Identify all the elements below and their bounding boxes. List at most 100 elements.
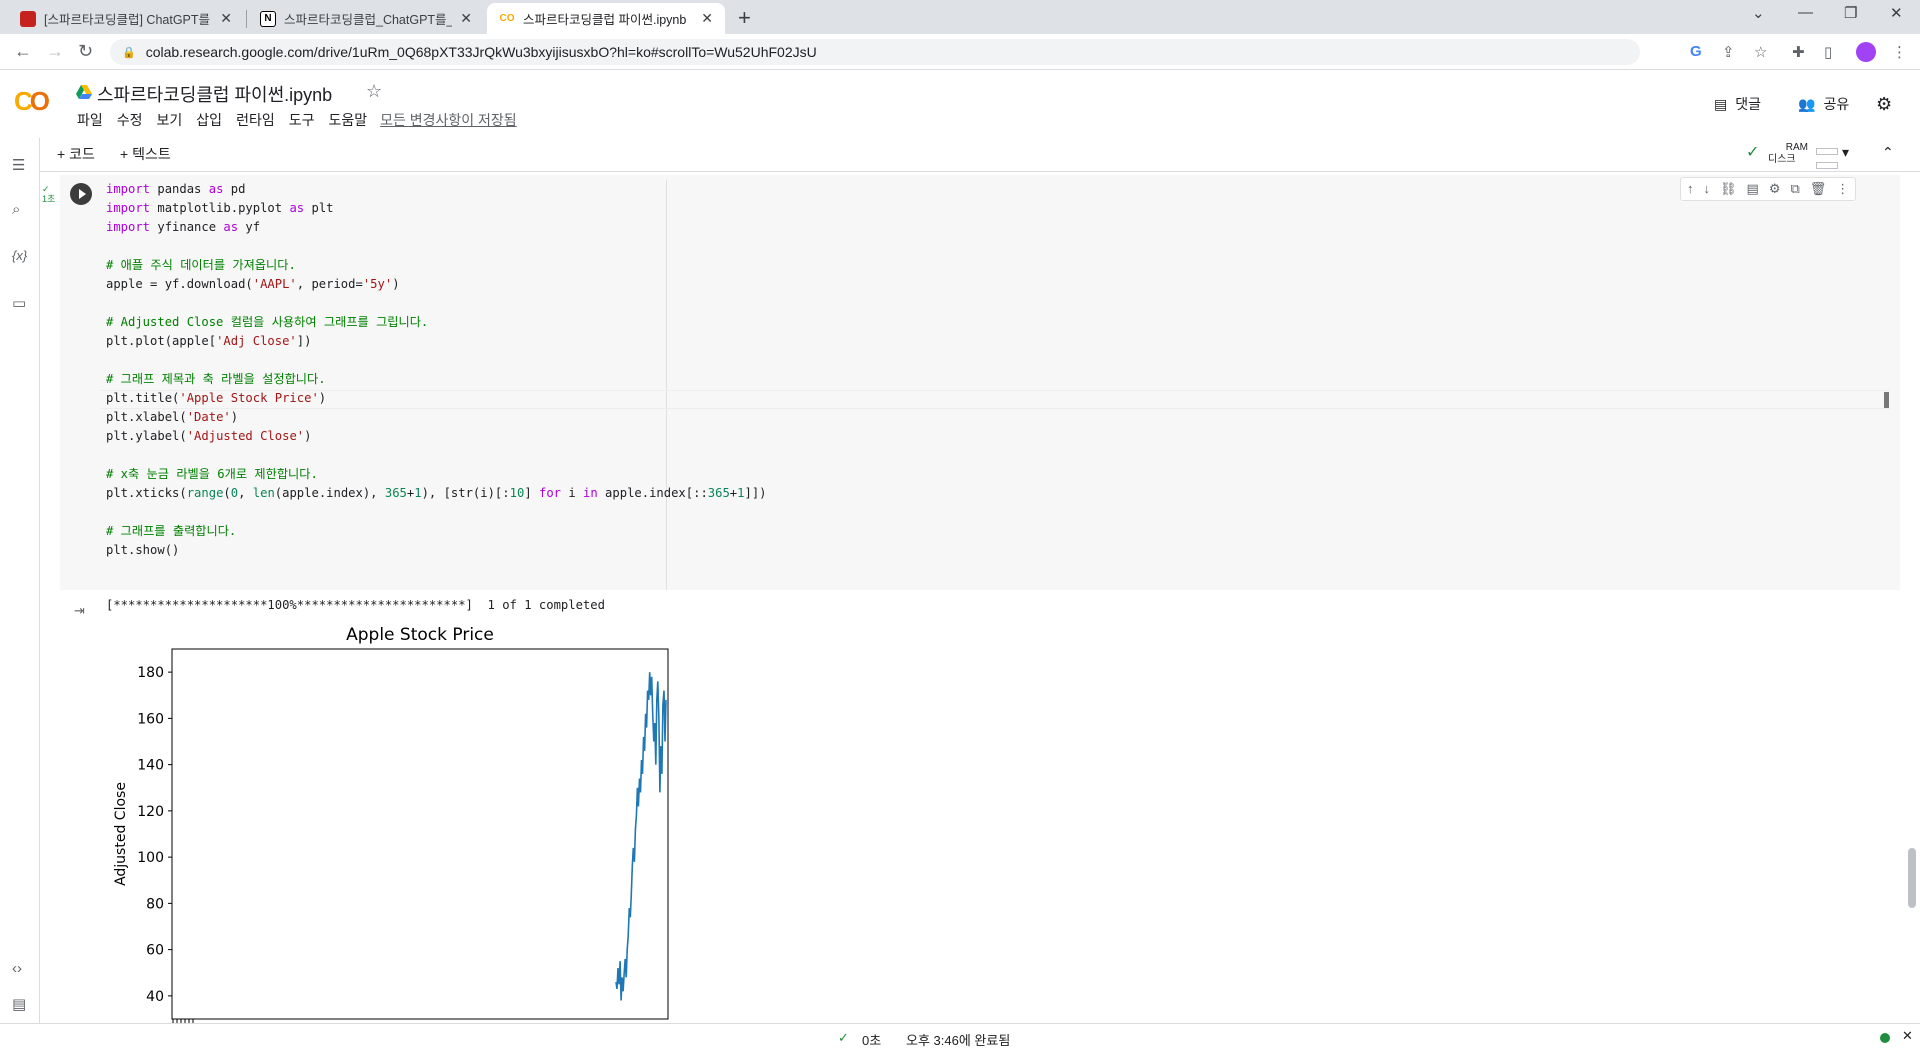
share-button[interactable]: 👥 공유	[1798, 94, 1849, 114]
side-panel-icon[interactable]: ▯	[1824, 43, 1832, 61]
code-line: plt.xticks(range(0, len(apple.index), 36…	[106, 486, 767, 500]
y-tick-label: 160	[137, 711, 164, 727]
link-icon[interactable]: ⛓	[1720, 181, 1737, 197]
share-label: 공유	[1823, 96, 1850, 112]
code-line: import yfinance as yf	[106, 220, 261, 234]
browser-tab-3[interactable]: CO 스파르타코딩클럽 파이썬.ipynb ✕	[487, 3, 725, 34]
menu-insert[interactable]: 삽입	[189, 110, 229, 130]
search-icon[interactable]: ⌕	[12, 201, 20, 218]
code-line: # 애플 주식 데이터를 가져옵니다.	[106, 258, 296, 272]
move-up-icon[interactable]: ↑	[1687, 181, 1694, 197]
close-icon[interactable]: ✕	[460, 10, 472, 27]
code-snippets-icon[interactable]: ‹›	[12, 960, 22, 977]
code-line: # 그래프 제목과 축 라벨을 설정합니다.	[106, 372, 326, 386]
collapse-chevron-icon[interactable]: ⌃	[1882, 144, 1894, 161]
saved-status[interactable]: 모든 변경사항이 저장됨	[380, 110, 517, 130]
tab-title: 스파르타코딩클럽 파이썬.ipynb	[523, 13, 687, 27]
y-tick-label: 180	[137, 665, 164, 681]
run-cell-button[interactable]	[70, 183, 92, 205]
menu-file[interactable]: 파일	[70, 110, 110, 130]
y-tick-label: 80	[146, 896, 164, 912]
series-line	[615, 672, 667, 1001]
check-icon: ✓	[838, 1030, 849, 1045]
notion-icon: N	[260, 10, 276, 27]
settings-gear-icon[interactable]: ⚙	[1769, 181, 1781, 197]
notebook-toolbar: + 코드 + 텍스트 ✓ RAM 디스크 ▾ ⌃	[0, 138, 1920, 172]
menu-help[interactable]: 도움말	[321, 110, 374, 130]
y-tick-label: 140	[137, 758, 164, 774]
menu-edit[interactable]: 수정	[110, 110, 150, 130]
folder-icon[interactable]: ▭	[12, 294, 26, 312]
download-progress: [*********************100%**************…	[106, 598, 605, 612]
code-line: # x축 눈금 라벨을 6개로 제한합니다.	[106, 467, 318, 481]
move-down-icon[interactable]: ↓	[1704, 181, 1711, 197]
colab-logo[interactable]: CO	[14, 86, 50, 117]
mirror-cell-icon[interactable]: ⧉	[1790, 181, 1799, 197]
browser-tab-2[interactable]: N 스파르타코딩클럽_ChatGPT를_ ✕	[248, 3, 484, 34]
bookmark-star-icon[interactable]: ☆	[1754, 43, 1767, 61]
comment-button[interactable]: ▤ 댓글	[1714, 94, 1761, 114]
code-line: plt.xlabel('Date')	[106, 410, 239, 424]
reload-icon[interactable]: ↻	[78, 41, 93, 62]
page-scrollbar[interactable]	[1908, 848, 1916, 908]
terminal-icon[interactable]: ▤	[12, 995, 26, 1013]
forward-icon[interactable]: →	[46, 41, 64, 62]
restore-button[interactable]: ❐	[1844, 4, 1857, 22]
resource-monitor[interactable]: RAM 디스크	[1768, 142, 1808, 166]
menu-runtime[interactable]: 런타임	[229, 110, 282, 130]
back-icon[interactable]: ←	[14, 41, 32, 62]
google-icon[interactable]: G	[1690, 43, 1702, 60]
browser-tab-1[interactable]: [스파르타코딩클럽] ChatGPT를 ✕	[8, 3, 244, 34]
tab-search-icon[interactable]: ⌄	[1752, 4, 1765, 22]
menu-bar: 파일 수정 보기 삽입 런타임 도구 도움말 모든 변경사항이 저장됨	[70, 110, 517, 130]
more-options-icon[interactable]: ⋮	[1836, 181, 1849, 197]
comment-icon[interactable]: ▤	[1747, 181, 1759, 197]
add-text-button[interactable]: + 텍스트	[120, 144, 171, 164]
url-field[interactable]: 🔒 colab.research.google.com/drive/1uRm_0…	[110, 39, 1640, 65]
tab-title: [스파르타코딩클럽] ChatGPT를	[44, 13, 211, 27]
notebook-title[interactable]: 스파르타코딩클럽 파이썬.ipynb	[97, 81, 332, 107]
line-chart: Apple Stock Price 40 60 80 100 120 140 160 180 Ad…	[113, 625, 669, 1023]
check-icon: ✓	[1746, 144, 1760, 161]
menu-view[interactable]: 보기	[150, 110, 190, 130]
drive-icon	[76, 85, 92, 99]
people-icon: 👥	[1798, 95, 1816, 112]
close-status-icon[interactable]: ✕	[1902, 1028, 1913, 1044]
close-window-button[interactable]: ✕	[1890, 4, 1903, 22]
extensions-icon[interactable]: ✚	[1792, 43, 1805, 61]
y-tick-label: 40	[146, 989, 164, 1005]
menu-tools[interactable]: 도구	[282, 110, 322, 130]
execution-time: 0초	[862, 1033, 882, 1048]
runtime-dropdown-icon[interactable]: ▾	[1842, 144, 1849, 161]
variables-icon[interactable]: {x}	[12, 248, 27, 263]
output-icon[interactable]: ⇥	[74, 603, 85, 619]
y-tick-label: 60	[146, 943, 164, 959]
code-editor[interactable]: import pandas as pd import matplotlib.pyp…	[106, 180, 767, 560]
code-line: # 그래프를 출력합니다.	[106, 524, 237, 538]
close-icon[interactable]: ✕	[220, 10, 232, 27]
table-of-contents-icon[interactable]: ☰	[12, 156, 25, 174]
minimize-button[interactable]: —	[1798, 4, 1813, 21]
star-icon[interactable]: ☆	[366, 81, 382, 102]
code-line: plt.plot(apple['Adj Close'])	[106, 334, 312, 348]
editor-scroll-indicator	[1884, 392, 1889, 408]
connection-status-icon	[1880, 1033, 1890, 1043]
chrome-menu-icon[interactable]: ⋮	[1892, 43, 1907, 61]
comment-icon: ▤	[1714, 95, 1728, 112]
share-icon[interactable]: ⇪	[1722, 43, 1735, 61]
cell-toolbar: ↑ ↓ ⛓ ▤ ⚙ ⧉ 🗑 ⋮	[1680, 177, 1857, 201]
browser-tab-bar: [스파르타코딩클럽] ChatGPT를 ✕ N 스파르타코딩클럽_ChatGPT…	[0, 0, 1920, 34]
close-icon[interactable]: ✕	[701, 10, 713, 27]
delete-icon[interactable]: 🗑	[1810, 181, 1827, 197]
settings-gear-icon[interactable]: ⚙	[1876, 94, 1892, 115]
profile-avatar[interactable]	[1856, 42, 1876, 62]
y-axis-label: Adjusted Close	[113, 782, 129, 886]
new-tab-button[interactable]: +	[738, 5, 751, 31]
add-code-button[interactable]: + 코드	[57, 144, 95, 164]
chart-title: Apple Stock Price	[346, 625, 494, 645]
code-line: plt.title('Apple Stock Price')	[106, 391, 327, 405]
y-tick-label: 100	[137, 850, 164, 866]
